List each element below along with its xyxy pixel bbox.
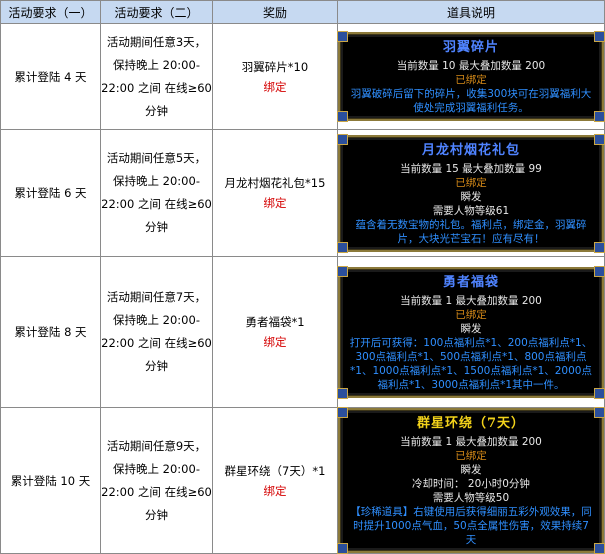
corner-ornament [337,133,348,145]
table-row: 累计登陆 6 天 活动期间任意5天， 保持晚上 20:00-22:00 之间 在… [0,129,605,257]
item-tooltip: 月龙村烟花礼包 当前数量 15 最大叠加数量 99 已绑定 瞬发 需要人物等级6… [337,133,605,253]
req2-line: 保持晚上 [113,174,160,188]
corner-ornament [337,241,348,253]
item-status: 已绑定 [455,74,487,86]
reward-name: 月龙村烟花礼包*15 [224,176,326,190]
table-row: 累计登陆 10 天 活动期间任意9天， 保持晚上 20:00-22:00 之间 … [0,407,605,554]
req2-line: 活动期间任意7天， [106,290,207,304]
corner-ornament [337,407,348,418]
header-row: 活动要求（一） 活动要求（二） 奖励 道具说明 [0,0,605,24]
header-req1: 活动要求（一） [0,0,101,24]
bound-label: 绑定 [263,335,287,349]
corner-ornament [594,133,605,145]
item-quantity: 当前数量 15 最大叠加数量 99 [400,162,542,175]
item-description: 打开后可获得：100点福利点*1、200点福利点*1、300点福利点*1、500… [349,336,593,391]
req2-cell: 活动期间任意3天， 保持晚上 20:00-22:00 之间 在线≥60 分钟 [100,23,213,130]
item-desc-cell: 勇者福袋 当前数量 1 最大叠加数量 200 已绑定 瞬发 打开后可获得：100… [337,256,605,408]
bound-label: 绑定 [263,196,287,210]
item-cooldown: 冷却时间： 20小时0分钟 [412,478,530,490]
corner-ornament [594,241,605,253]
item-level-req: 需要人物等级61 [432,204,510,217]
req2-cell: 活动期间任意5天， 保持晚上 20:00-22:00 之间 在线≥60 分钟 [100,129,213,257]
corner-ornament [594,265,605,277]
item-description: 羽翼破碎后留下的碎片，收集300块可在羽翼福利大使处完成羽翼福利任务。 [350,88,592,114]
corner-ornament [337,31,348,42]
item-tooltip: 群星环绕（7天） 当前数量 1 最大叠加数量 200 已绑定 瞬发 冷却时间： … [337,407,605,554]
req2-line: 保持晚上 [113,57,160,72]
req2-line: 活动期间任意5天， [106,151,207,165]
reward-name: 群星环绕（7天）*1 [224,463,326,478]
item-use-type: 瞬发 [460,464,482,476]
reward-table: 活动要求（一） 活动要求（二） 奖励 道具说明 累计登陆 4 天 活动期间任意3… [0,0,605,554]
item-title: 群星环绕（7天） [416,416,526,431]
corner-ornament [337,265,348,277]
item-level-req: 需要人物等级50 [432,492,510,504]
req1-cell: 累计登陆 4 天 [0,23,101,130]
item-use-type: 瞬发 [460,190,482,203]
item-desc-cell: 羽翼碎片 当前数量 10 最大叠加数量 200 已绑定 羽翼破碎后留下的碎片，收… [337,23,605,130]
header-item-desc: 道具说明 [337,0,605,24]
corner-ornament [337,387,348,399]
item-desc-cell: 群星环绕（7天） 当前数量 1 最大叠加数量 200 已绑定 瞬发 冷却时间： … [337,407,605,554]
reward-cell: 羽翼碎片*10 绑定 [212,23,338,130]
item-quantity: 当前数量 1 最大叠加数量 200 [400,294,542,307]
corner-ornament [594,543,605,554]
req2-line: 活动期间任意3天， [106,34,207,49]
req2-line: 保持晚上 [113,461,160,476]
item-status: 已绑定 [455,450,487,462]
corner-ornament [594,31,605,42]
item-status: 已绑定 [455,176,487,189]
req2-line: 活动期间任意9天， [106,438,207,453]
req2-line: 保持晚上 [113,313,160,327]
item-quantity: 当前数量 1 最大叠加数量 200 [400,436,542,448]
item-use-type: 瞬发 [460,322,482,335]
table-row: 累计登陆 8 天 活动期间任意7天， 保持晚上 20:00-22:00 之间 在… [0,256,605,408]
header-req2: 活动要求（二） [100,0,213,24]
header-reward: 奖励 [212,0,338,24]
req1-cell: 累计登陆 8 天 [0,256,101,408]
item-tooltip: 勇者福袋 当前数量 1 最大叠加数量 200 已绑定 瞬发 打开后可获得：100… [337,265,605,399]
req2-cell: 活动期间任意7天， 保持晚上 20:00-22:00 之间 在线≥60 分钟 [100,256,213,408]
bound-label: 绑定 [263,483,287,498]
reward-cell: 群星环绕（7天）*1 绑定 [212,407,338,554]
item-title: 月龙村烟花礼包 [421,142,520,158]
item-title: 羽翼碎片 [442,40,499,55]
req1-cell: 累计登陆 10 天 [0,407,101,554]
item-tooltip: 羽翼碎片 当前数量 10 最大叠加数量 200 已绑定 羽翼破碎后留下的碎片，收… [337,31,605,122]
table-row: 累计登陆 4 天 活动期间任意3天， 保持晚上 20:00-22:00 之间 在… [0,23,605,130]
req1-cell: 累计登陆 6 天 [0,129,101,257]
reward-cell: 勇者福袋*1 绑定 [212,256,338,408]
reward-name: 羽翼碎片*10 [241,59,309,74]
bound-label: 绑定 [263,79,287,94]
corner-ornament [594,407,605,418]
item-quantity: 当前数量 10 最大叠加数量 200 [396,60,546,72]
corner-ornament [594,387,605,399]
reward-name: 勇者福袋*1 [245,315,305,329]
item-description: 【珍稀道具】右键使用后获得细丽五彩外观效果，同时提升1000点气血，50点全属性… [350,506,592,546]
item-desc-cell: 月龙村烟花礼包 当前数量 15 最大叠加数量 99 已绑定 瞬发 需要人物等级6… [337,129,605,257]
corner-ornament [337,111,348,122]
req2-cell: 活动期间任意9天， 保持晚上 20:00-22:00 之间 在线≥60 分钟 [100,407,213,554]
corner-ornament [594,111,605,122]
item-title: 勇者福袋 [442,274,499,290]
reward-cell: 月龙村烟花礼包*15 绑定 [212,129,338,257]
corner-ornament [337,543,348,554]
item-description: 蕴含着无数宝物的礼包。福利点，绑定金，羽翼碎片，大块光芒宝石！应有尽有！ [355,218,587,245]
item-status: 已绑定 [455,308,487,321]
